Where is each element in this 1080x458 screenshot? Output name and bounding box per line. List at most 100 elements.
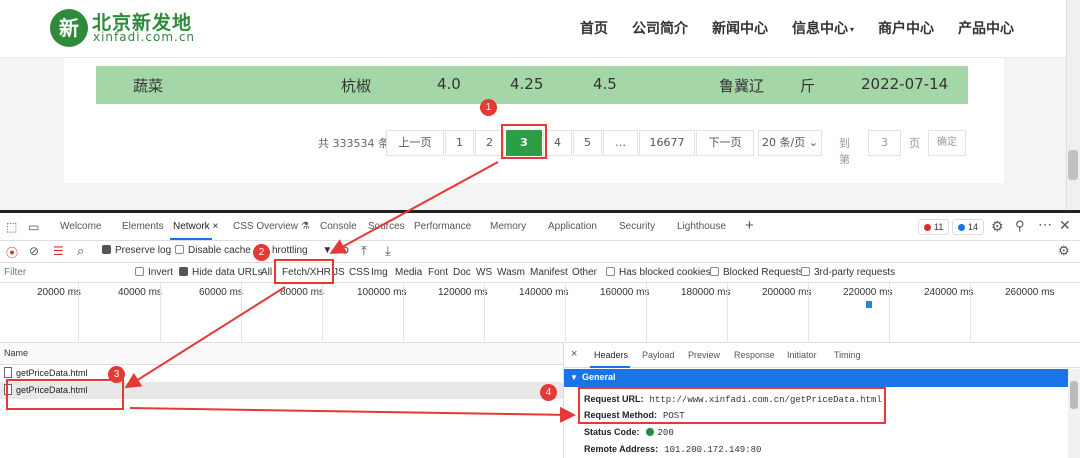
details-scrollbar-thumb[interactable] <box>1070 381 1078 409</box>
nav-info[interactable]: 信息中心 ▾ <box>792 18 854 38</box>
details-scrollbar[interactable] <box>1068 369 1080 458</box>
search-icon[interactable]: ⌕ <box>77 243 84 259</box>
highlight-request <box>6 379 124 410</box>
page-ellipsis[interactable]: … <box>603 130 638 156</box>
page-button-1[interactable]: 1 <box>445 130 474 156</box>
status-code-value[interactable]: 200 <box>658 428 674 438</box>
next-page-button[interactable]: 下一页 <box>696 130 754 156</box>
close-icon[interactable]: ✕ <box>1059 217 1071 234</box>
timeline-gridline <box>727 283 728 343</box>
tab-performance[interactable]: Performance <box>414 221 471 232</box>
page-scrollbar-thumb[interactable] <box>1068 150 1078 180</box>
download-icon[interactable]: ⤓ <box>385 243 391 259</box>
filter-type-wasm[interactable]: Wasm <box>497 267 525 278</box>
page-button-4[interactable]: 4 <box>543 130 572 156</box>
tab-headers[interactable]: Headers <box>594 350 628 360</box>
page-button-5[interactable]: 5 <box>573 130 602 156</box>
chevron-down-icon: ⌄ <box>808 136 818 149</box>
filter-type-manifest[interactable]: Manifest <box>530 267 568 278</box>
general-section-header[interactable]: ▼ General <box>564 369 1069 387</box>
filter-input[interactable]: Filter <box>4 267 26 278</box>
goto-confirm-button[interactable]: 确定 <box>928 130 966 156</box>
tab-response[interactable]: Response <box>734 350 775 360</box>
page-size-select[interactable]: 20 条/页 ⌄ <box>758 130 822 156</box>
timeline-tick: 240000 ms <box>924 287 974 298</box>
remote-address-value[interactable]: 101.200.172.149:80 <box>664 445 761 455</box>
page-scrollbar[interactable] <box>1066 0 1080 210</box>
timeline-tick: 200000 ms <box>762 287 812 298</box>
status-code-label: Status Code: <box>584 427 640 437</box>
page-button-last[interactable]: 16677 <box>639 130 695 156</box>
network-timeline[interactable]: 20000 ms 40000 ms 60000 ms 80000 ms 1000… <box>0 283 1080 343</box>
tab-network[interactable]: Network × <box>173 221 218 232</box>
tab-css-overview[interactable]: CSS Overview ⚗ <box>233 221 310 232</box>
filter-type-doc[interactable]: Doc <box>453 267 471 278</box>
filter-type-ws[interactable]: WS <box>476 267 492 278</box>
network-settings-icon[interactable]: ⚙ <box>1058 243 1070 259</box>
close-icon[interactable]: × <box>571 348 577 360</box>
message-icon <box>958 224 965 231</box>
filter-type-img[interactable]: Img <box>371 267 388 278</box>
nav-news[interactable]: 新闻中心 <box>712 18 768 38</box>
clear-icon[interactable]: ⊘ <box>29 244 39 258</box>
more-options-icon[interactable]: ⋯ <box>1038 216 1052 233</box>
record-icon[interactable]: ⦿ <box>6 244 18 261</box>
blocked-requests-checkbox[interactable]: Blocked Requests <box>710 267 804 278</box>
filter-type-all[interactable]: All <box>261 267 272 278</box>
invert-checkbox[interactable]: Invert <box>135 267 173 278</box>
preserve-log-checkbox[interactable]: Preserve log <box>102 245 171 256</box>
filter-type-js[interactable]: JS <box>333 267 345 278</box>
error-count: 11 <box>934 222 944 232</box>
tab-timing[interactable]: Timing <box>834 350 861 360</box>
close-icon[interactable]: × <box>212 221 218 232</box>
filter-type-other[interactable]: Other <box>572 267 597 278</box>
nav-products[interactable]: 产品中心 <box>958 18 1014 38</box>
message-count-badge[interactable]: 14 <box>952 219 985 235</box>
devtools-panel: ⬚ ▭ Welcome Elements Network × CSS Overv… <box>0 213 1080 458</box>
tab-console[interactable]: Console <box>320 221 357 232</box>
timeline-tick: 220000 ms <box>843 287 893 298</box>
hide-data-urls-checkbox[interactable]: Hide data URLs <box>179 267 263 278</box>
logo-icon[interactable]: 新 <box>50 9 88 47</box>
has-blocked-cookies-checkbox[interactable]: Has blocked cookies <box>606 267 711 278</box>
filter-icon[interactable]: ☰ <box>53 244 64 258</box>
step-marker-4: 4 <box>540 384 557 401</box>
error-count-badge[interactable]: 11 <box>918 219 950 235</box>
name-column-header[interactable]: Name <box>4 348 28 358</box>
nav-merchants[interactable]: 商户中心 <box>878 18 934 38</box>
upload-icon[interactable]: ⤒ <box>361 243 367 259</box>
disable-cache-checkbox[interactable]: Disable cache <box>175 245 251 256</box>
filter-type-media[interactable]: Media <box>395 267 422 278</box>
tab-sources[interactable]: Sources <box>368 221 405 232</box>
tab-payload[interactable]: Payload <box>642 350 675 360</box>
third-party-checkbox[interactable]: 3rd-party requests <box>801 267 895 278</box>
tab-initiator[interactable]: Initiator <box>787 350 817 360</box>
nav-home[interactable]: 首页 <box>580 18 608 38</box>
remote-address-label: Remote Address: <box>584 444 659 454</box>
checkbox-icon <box>801 267 810 276</box>
throttling-select[interactable]: hrottling ▼ <box>272 245 332 256</box>
add-tab-icon[interactable]: + <box>745 217 754 234</box>
device-toolbar-icon[interactable]: ▭ <box>28 220 39 234</box>
prev-page-button[interactable]: 上一页 <box>386 130 444 156</box>
timeline-tick: 20000 ms <box>37 287 81 298</box>
filter-type-font[interactable]: Font <box>428 267 448 278</box>
inspect-element-icon[interactable]: ⬚ <box>6 220 17 234</box>
tab-memory[interactable]: Memory <box>490 221 526 232</box>
goto-page-input[interactable]: 3 <box>868 130 901 156</box>
total-count: 共 333534 条 <box>318 137 389 150</box>
cell-unit: 斤 <box>800 77 816 95</box>
tab-lighthouse[interactable]: Lighthouse <box>677 221 726 232</box>
filter-type-css[interactable]: CSS <box>349 267 370 278</box>
tab-application[interactable]: Application <box>548 221 597 232</box>
gear-icon[interactable]: ⚙ <box>991 218 1004 235</box>
nav-about[interactable]: 公司简介 <box>632 18 688 38</box>
tab-welcome[interactable]: Welcome <box>60 221 102 232</box>
page-button-2[interactable]: 2 <box>475 130 504 156</box>
network-conditions-icon[interactable]: ⚙ <box>340 244 350 257</box>
tab-elements[interactable]: Elements <box>122 221 164 232</box>
customize-icon[interactable]: ⚲ <box>1015 218 1025 234</box>
tab-security[interactable]: Security <box>619 221 655 232</box>
tab-preview[interactable]: Preview <box>688 350 720 360</box>
status-ok-icon <box>645 428 654 436</box>
